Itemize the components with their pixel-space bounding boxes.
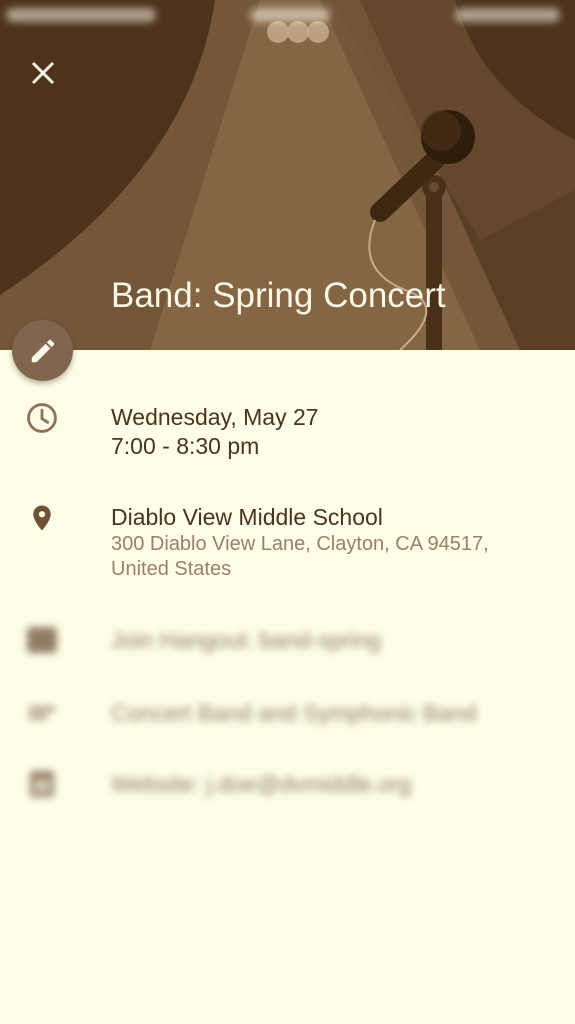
event-time: 7:00 - 8:30 pm xyxy=(111,433,260,459)
location-name: Diablo View Middle School xyxy=(111,504,383,530)
event-date: Wednesday, May 27 xyxy=(111,404,319,430)
description-row: Concert Band and Symphonic Band xyxy=(0,695,575,735)
status-bar xyxy=(0,0,575,32)
event-detail-screen: Band: Spring Concert Wednesday, May 27 7… xyxy=(0,0,575,1024)
notes-icon xyxy=(24,695,60,731)
location-address: 300 Diablo View Lane, Clayton, CA 94517,… xyxy=(111,533,489,580)
location-pin-icon xyxy=(24,500,60,536)
location-row[interactable]: Diablo View Middle School 300 Diablo Vie… xyxy=(0,500,575,590)
calendar-owner: Website: j.doe@dvmiddle.org xyxy=(111,771,412,797)
hangout-link: Join Hangout: band-spring xyxy=(111,627,381,653)
close-button[interactable] xyxy=(22,52,64,94)
pencil-icon xyxy=(31,339,54,362)
calendar-icon xyxy=(24,766,60,802)
edit-button[interactable] xyxy=(12,320,73,381)
hangout-row[interactable]: Join Hangout: band-spring xyxy=(0,622,575,662)
clock-icon xyxy=(24,400,60,436)
event-title: Band: Spring Concert xyxy=(111,276,446,315)
calendar-row[interactable]: Website: j.doe@dvmiddle.org xyxy=(0,766,575,806)
datetime-row[interactable]: Wednesday, May 27 7:00 - 8:30 pm xyxy=(0,400,575,470)
event-description: Concert Band and Symphonic Band xyxy=(111,700,477,726)
event-header: Band: Spring Concert xyxy=(0,0,575,350)
close-icon xyxy=(31,61,55,85)
hangout-icon xyxy=(24,622,60,658)
